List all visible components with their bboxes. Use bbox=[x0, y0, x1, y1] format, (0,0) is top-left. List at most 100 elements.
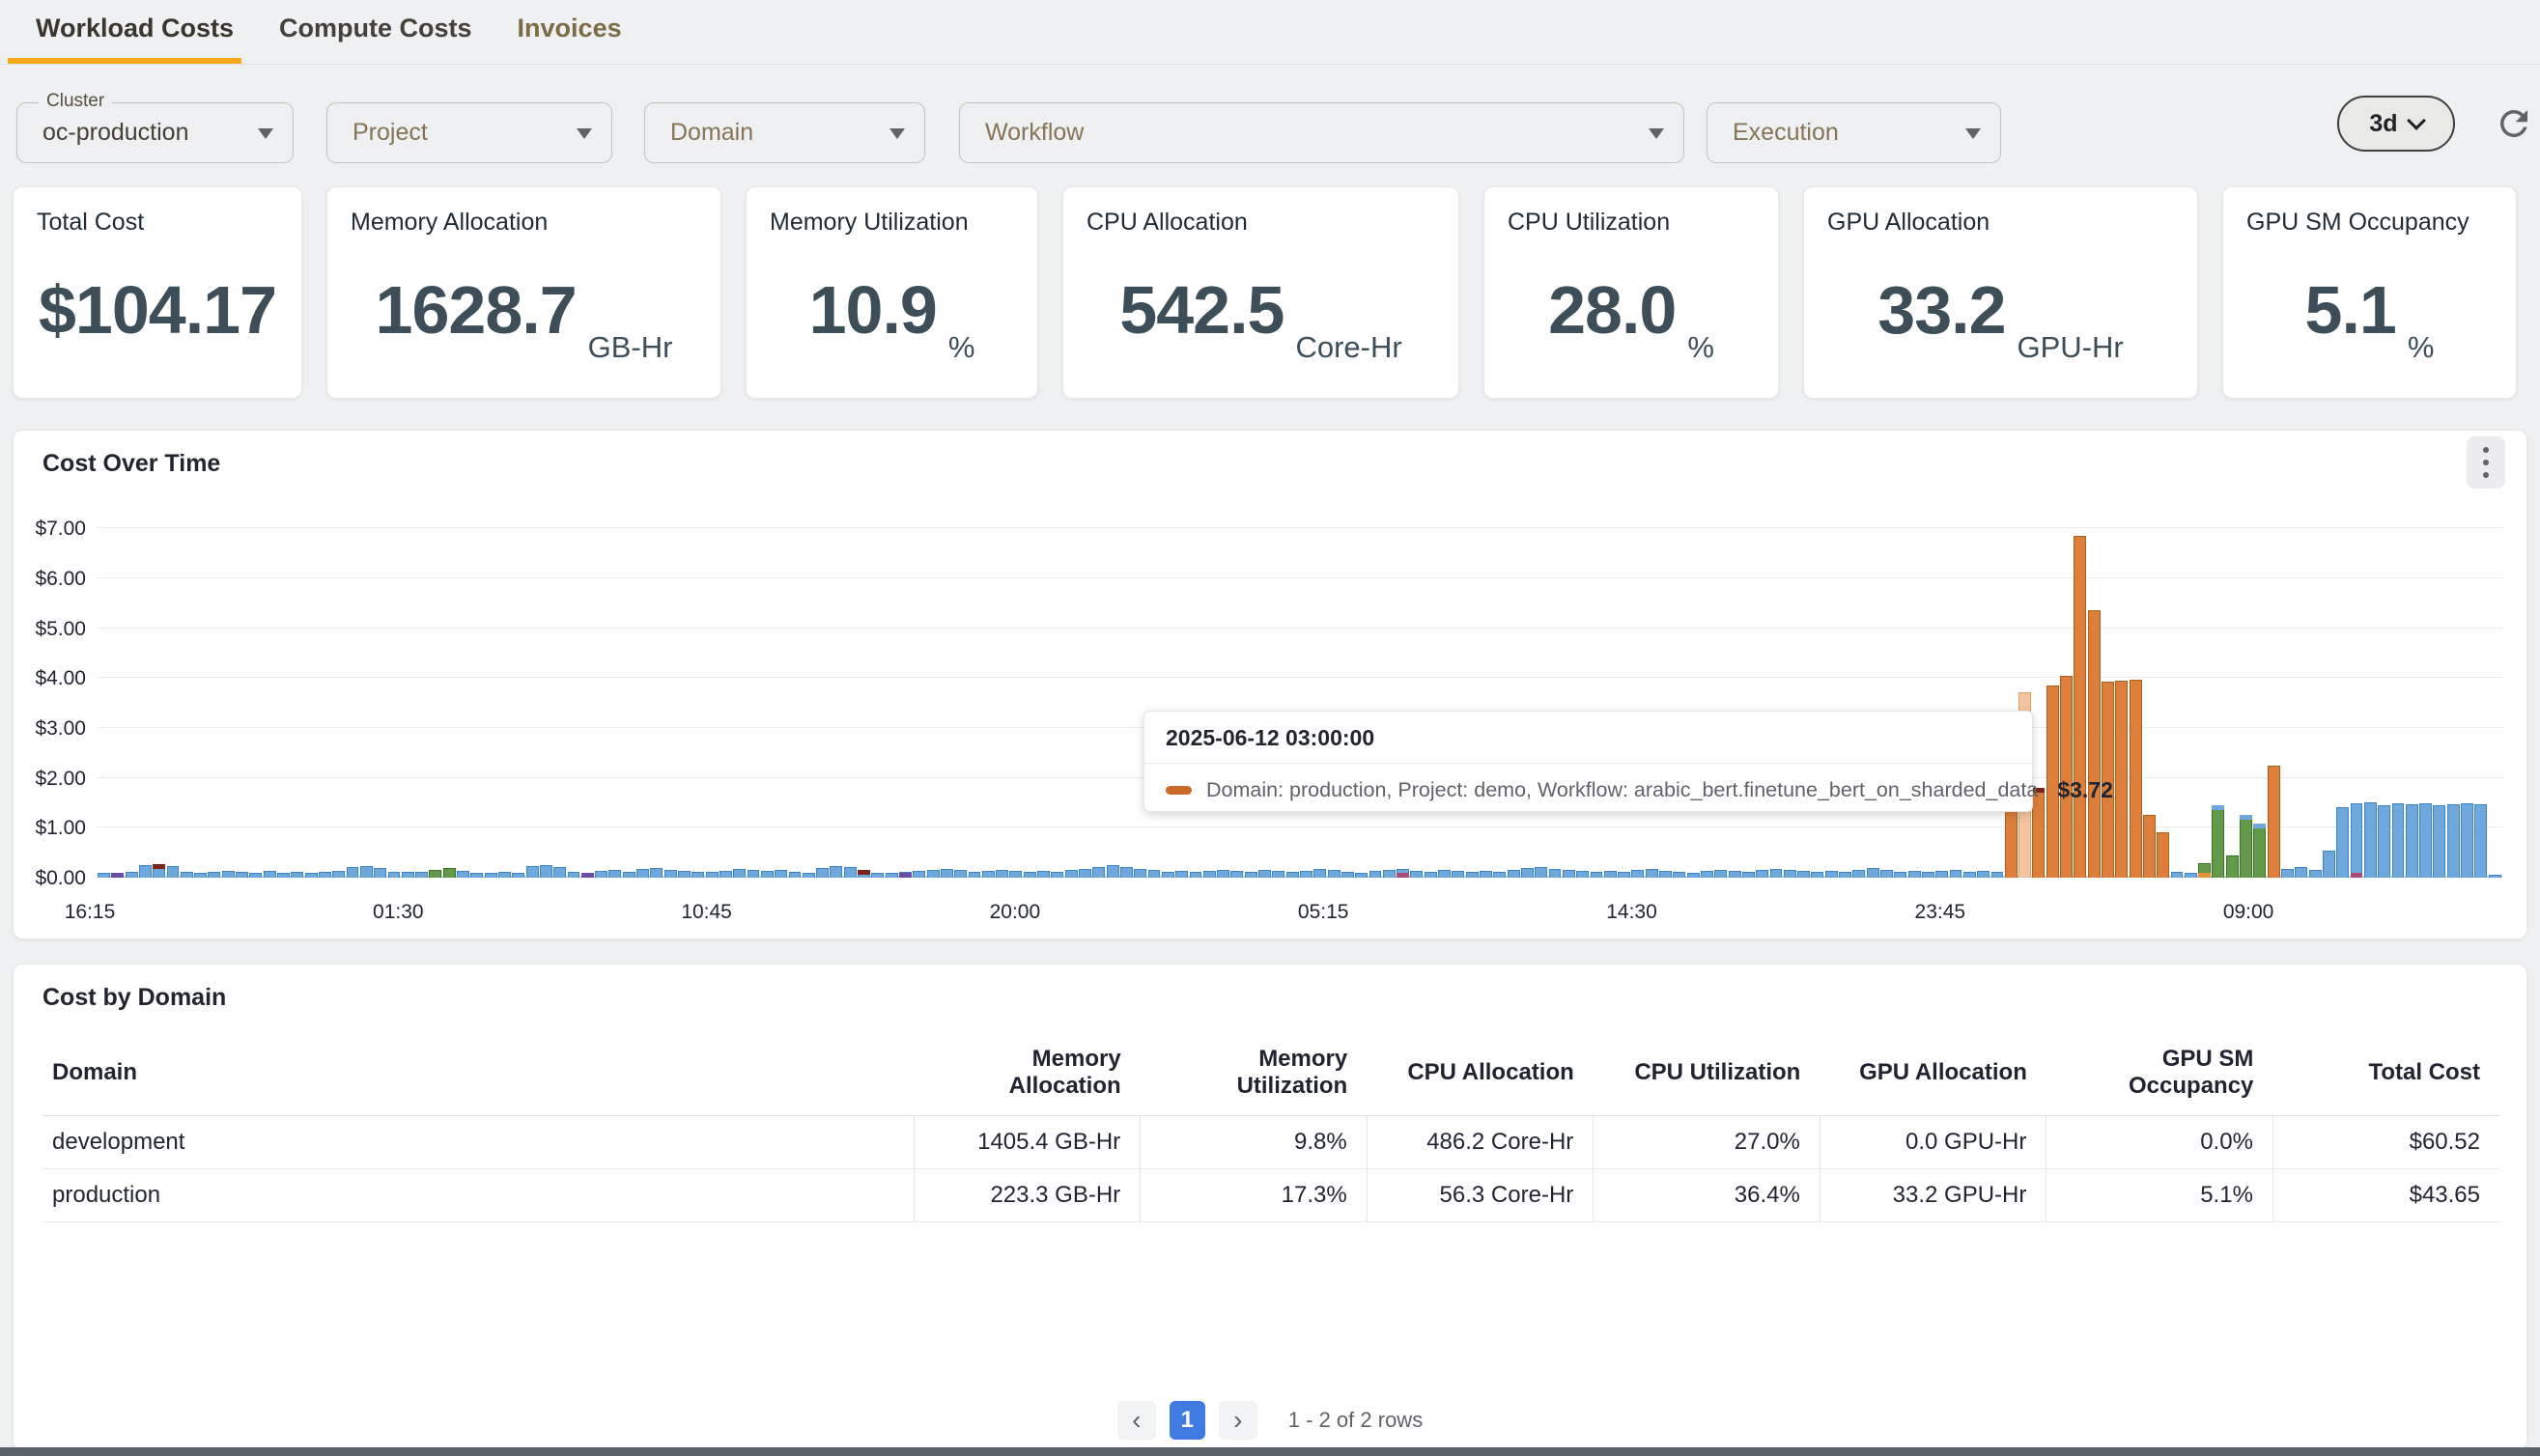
chart-bar[interactable] bbox=[485, 873, 497, 878]
chart-bar[interactable] bbox=[1369, 871, 1382, 878]
chart-bar[interactable] bbox=[2185, 873, 2197, 878]
chart-bar[interactable] bbox=[111, 874, 124, 878]
chart-bar[interactable] bbox=[1466, 872, 1479, 878]
chart-bar[interactable] bbox=[941, 869, 953, 878]
chart-bar[interactable] bbox=[1230, 871, 1243, 878]
chart-bar[interactable] bbox=[1258, 870, 1271, 878]
chart-bar[interactable] bbox=[1576, 871, 1589, 878]
chart-bar[interactable] bbox=[2309, 870, 2322, 878]
col-header-memory-allocation[interactable]: Memory Allocation bbox=[914, 1034, 1141, 1116]
pagination-page-1-button[interactable]: 1 bbox=[1170, 1401, 1205, 1440]
chart-bar[interactable] bbox=[1065, 870, 1078, 878]
table-row-development[interactable]: development 1405.4 GB-Hr 9.8% 486.2 Core… bbox=[42, 1116, 2499, 1169]
chart-bar[interactable] bbox=[1107, 865, 1119, 878]
chart-bar[interactable] bbox=[153, 864, 165, 878]
chart-bar[interactable] bbox=[1591, 872, 1603, 878]
chart-bar[interactable] bbox=[1134, 869, 1146, 878]
chart-bar[interactable] bbox=[969, 872, 981, 878]
chart-bar[interactable] bbox=[2143, 815, 2156, 878]
chart-bar[interactable] bbox=[1977, 871, 1990, 878]
chart-bar[interactable] bbox=[167, 866, 180, 878]
chart-bar[interactable] bbox=[429, 870, 441, 878]
chart-bar[interactable] bbox=[1991, 872, 2004, 878]
chart-bar[interactable] bbox=[1190, 872, 1202, 878]
chart-bar[interactable] bbox=[1963, 872, 1976, 878]
chart-bar[interactable] bbox=[1286, 872, 1299, 878]
chart-bar[interactable] bbox=[2392, 803, 2405, 878]
chart-bar[interactable] bbox=[803, 873, 815, 878]
workflow-select[interactable]: Workflow bbox=[959, 102, 1684, 163]
chart-bar[interactable] bbox=[2240, 815, 2252, 878]
chart-bar[interactable] bbox=[2461, 803, 2473, 878]
chart-bar[interactable] bbox=[1646, 869, 1658, 878]
pagination-next-button[interactable]: › bbox=[1219, 1401, 1257, 1440]
cluster-select[interactable]: Cluster oc-production bbox=[16, 102, 294, 163]
chart-bar[interactable] bbox=[1894, 872, 1906, 878]
time-range-button[interactable]: 3d bbox=[2337, 96, 2455, 152]
chart-bar[interactable] bbox=[2364, 802, 2377, 878]
chart-bar[interactable] bbox=[1784, 870, 1796, 878]
chart-bar[interactable] bbox=[636, 869, 649, 878]
chart-bar[interactable] bbox=[360, 866, 373, 878]
chart-bar[interactable] bbox=[1756, 870, 1768, 878]
chart-bar[interactable] bbox=[1328, 870, 1341, 878]
chart-bar[interactable] bbox=[388, 872, 401, 878]
chart-bar[interactable] bbox=[1410, 871, 1423, 878]
chart-bar[interactable] bbox=[319, 872, 331, 878]
chart-bar[interactable] bbox=[347, 867, 359, 878]
chart-bar[interactable] bbox=[2226, 855, 2239, 878]
chart-bar[interactable] bbox=[139, 865, 152, 878]
chart-bar[interactable] bbox=[291, 872, 303, 878]
chart-bar[interactable] bbox=[1383, 870, 1396, 878]
chart-bar[interactable] bbox=[1493, 872, 1506, 878]
pagination-prev-button[interactable]: ‹ bbox=[1117, 1401, 1156, 1440]
chart-bar[interactable] bbox=[2447, 804, 2460, 878]
chart-bar[interactable] bbox=[1811, 872, 1823, 878]
chart-bar[interactable] bbox=[1148, 870, 1161, 878]
chart-bar[interactable] bbox=[2351, 803, 2363, 878]
chart-bar[interactable] bbox=[2088, 610, 2101, 878]
tab-invoices[interactable]: Invoices bbox=[518, 14, 622, 43]
col-header-cpu-allocation[interactable]: CPU Allocation bbox=[1367, 1034, 1594, 1116]
chart-bar[interactable] bbox=[2171, 872, 2184, 878]
chart-bar[interactable] bbox=[2336, 807, 2349, 878]
chart-bar[interactable] bbox=[1092, 867, 1105, 878]
chart-bar[interactable] bbox=[581, 873, 594, 878]
col-header-gpu-sm-occupancy[interactable]: GPU SM Occupancy bbox=[2046, 1034, 2273, 1116]
chart-bar[interactable] bbox=[126, 872, 138, 878]
chart-bar[interactable] bbox=[1508, 870, 1520, 878]
chart-bar[interactable] bbox=[1397, 869, 1409, 878]
chart-bar[interactable] bbox=[775, 870, 787, 878]
project-select[interactable]: Project bbox=[326, 102, 612, 163]
chart-bar[interactable] bbox=[1037, 871, 1050, 878]
chart-bar[interactable] bbox=[954, 870, 967, 878]
refresh-button[interactable] bbox=[2492, 101, 2536, 146]
chart-bar[interactable] bbox=[2474, 804, 2487, 878]
chart-bar[interactable] bbox=[2212, 805, 2224, 878]
chart-bar[interactable] bbox=[1245, 872, 1257, 878]
chart-bar[interactable] bbox=[540, 865, 552, 878]
col-header-cpu-utilization[interactable]: CPU Utilization bbox=[1594, 1034, 1820, 1116]
chart-bar[interactable] bbox=[595, 871, 607, 878]
chart-bar[interactable] bbox=[277, 873, 290, 878]
chart-bar[interactable] bbox=[1563, 870, 1575, 878]
chart-bar[interactable] bbox=[1175, 871, 1188, 878]
chart-bar[interactable] bbox=[2433, 805, 2445, 878]
chart-bar[interactable] bbox=[236, 872, 248, 878]
chart-bar[interactable] bbox=[2378, 805, 2390, 878]
chart-bar[interactable] bbox=[1051, 872, 1063, 878]
chart-bar[interactable] bbox=[927, 870, 940, 878]
chart-bar[interactable] bbox=[1770, 869, 1783, 878]
chart-bar[interactable] bbox=[2268, 766, 2280, 878]
chart-bar[interactable] bbox=[1535, 867, 1547, 878]
chart-bar[interactable] bbox=[789, 872, 802, 878]
chart-bar[interactable] bbox=[1604, 871, 1617, 878]
tab-workload-costs[interactable]: Workload Costs bbox=[36, 14, 234, 43]
col-header-gpu-allocation[interactable]: GPU Allocation bbox=[1820, 1034, 2046, 1116]
chart-bar[interactable] bbox=[1009, 871, 1022, 878]
chart-bar[interactable] bbox=[899, 872, 912, 878]
chart-bar[interactable] bbox=[913, 871, 925, 878]
chart-bar[interactable] bbox=[305, 873, 318, 878]
tab-compute-costs[interactable]: Compute Costs bbox=[279, 14, 472, 43]
chart-bar[interactable] bbox=[1714, 870, 1727, 878]
